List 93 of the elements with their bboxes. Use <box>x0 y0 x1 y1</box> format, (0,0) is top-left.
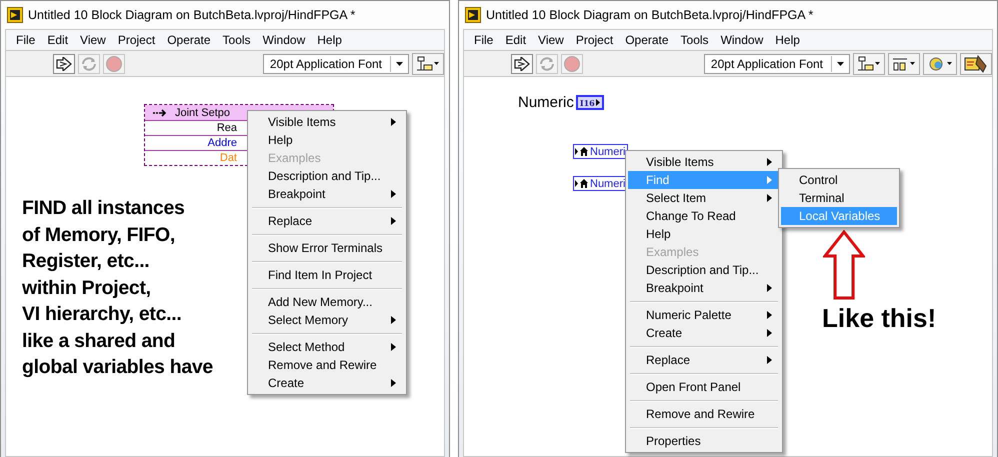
run-continuous-icon <box>538 56 556 72</box>
node-row-label: Dat <box>220 152 237 164</box>
menu-item[interactable]: Create <box>628 324 780 342</box>
caret-icon <box>767 356 772 364</box>
menu-bar-item[interactable]: Help <box>311 33 348 47</box>
caret-icon <box>767 194 772 202</box>
menu-item[interactable]: Change To Read <box>628 207 780 225</box>
node-title: Joint Setpo <box>175 106 230 118</box>
node-row-label: Addre <box>208 137 237 149</box>
run-continuous-icon <box>80 56 98 72</box>
menu-item[interactable]: Visible Items <box>628 153 780 171</box>
menu-item[interactable]: Replace <box>250 212 404 230</box>
menu-item[interactable]: Help <box>628 225 780 243</box>
menu-item[interactable]: Find Item In Project <box>250 266 404 284</box>
house-icon <box>575 179 589 188</box>
reorder-icon <box>927 54 953 72</box>
menu-bar-item[interactable]: Operate <box>161 33 217 47</box>
caret-icon <box>391 118 396 126</box>
caret-icon <box>767 311 772 319</box>
run-button[interactable] <box>511 54 533 74</box>
app-icon <box>7 7 23 23</box>
menu-item[interactable]: Breakpoint <box>250 185 404 203</box>
menu-item[interactable]: Create <box>250 374 404 392</box>
caret-icon <box>767 176 772 184</box>
menu-bar-item[interactable]: Window <box>256 33 312 47</box>
menu-item[interactable]: Select Memory <box>250 311 404 329</box>
abort-icon <box>105 54 123 72</box>
caret-icon <box>391 217 396 225</box>
align-button[interactable] <box>412 52 444 74</box>
menu-bar-item[interactable]: View <box>532 33 570 47</box>
menu-bar-item[interactable]: Project <box>112 33 162 47</box>
caret-icon <box>391 343 396 351</box>
node-row-label: Rea <box>216 122 237 134</box>
up-arrow-icon <box>823 230 865 300</box>
cleanup-button[interactable] <box>960 52 992 74</box>
control-label: Numeric <box>518 94 574 111</box>
menu-item[interactable]: Numeric Palette <box>628 306 780 324</box>
caret-icon <box>767 284 772 292</box>
annotation-text: Like this! <box>822 303 936 334</box>
menu-bar-item[interactable]: Tools <box>674 33 715 47</box>
caret-icon <box>596 99 600 106</box>
abort-icon <box>563 54 581 72</box>
menu-bar-item[interactable]: View <box>74 33 112 47</box>
menu-item[interactable]: Open Front Panel <box>628 378 780 396</box>
menu-item[interactable]: Properties <box>628 432 780 450</box>
menu-bar-item[interactable]: Tools <box>216 33 257 47</box>
menu-bar-item[interactable]: Window <box>714 33 770 47</box>
menu-item[interactable]: Terminal <box>781 189 897 207</box>
font-dropdown[interactable]: 20pt Application Font <box>262 54 409 74</box>
dropdown-caret-icon <box>837 62 844 66</box>
menu-bar-item[interactable]: Help <box>769 33 806 47</box>
menu-item[interactable]: Remove and Rewire <box>628 405 780 423</box>
menu-bar-item[interactable]: Project <box>570 33 620 47</box>
menu-item[interactable]: Description and Tip... <box>628 261 780 279</box>
font-dropdown[interactable]: 20pt Application Font <box>704 54 850 74</box>
menu-bar-item[interactable]: File <box>468 33 500 47</box>
menu-item[interactable]: Breakpoint <box>628 279 780 297</box>
menu-item[interactable]: Remove and Rewire <box>250 356 404 374</box>
caret-icon <box>391 190 396 198</box>
reorder-button[interactable] <box>923 52 957 74</box>
align-button[interactable] <box>853 52 885 74</box>
caret-icon <box>391 379 396 387</box>
cleanup-icon <box>964 54 988 74</box>
dropdown-caret-icon <box>396 62 403 66</box>
menu-bar-item[interactable]: Edit <box>499 33 532 47</box>
run-icon <box>56 56 72 70</box>
menu-item[interactable]: Description and Tip... <box>250 167 404 185</box>
align-icon <box>857 56 881 72</box>
app-icon <box>465 7 481 23</box>
arrow-icon <box>153 108 167 116</box>
menu-item[interactable]: Show Error Terminals <box>250 239 404 257</box>
run-icon <box>514 56 530 70</box>
menu-bar-item[interactable]: Operate <box>619 33 675 47</box>
run-button[interactable] <box>53 54 75 74</box>
house-icon <box>575 147 589 156</box>
window-title: Untitled 10 Block Diagram on ButchBeta.lvproj/HindFPGA * <box>486 8 814 22</box>
annotation-text: FIND all instances of Memory, FIFO, Register, etc... within Project, VI hierarchy, etc... like a shared and global variables have <box>22 196 213 380</box>
align-icon <box>416 56 440 72</box>
distribute-button[interactable] <box>888 52 920 74</box>
menu-item[interactable]: Replace <box>628 351 780 369</box>
caret-icon <box>391 316 396 324</box>
distribute-icon <box>892 56 916 72</box>
menu-item[interactable]: Select Item <box>628 189 780 207</box>
caret-icon <box>767 158 772 166</box>
local-variable[interactable]: Numeri <box>573 144 628 159</box>
menu-item[interactable]: Control <box>781 171 897 189</box>
caret-icon <box>767 329 772 337</box>
menu-bar-item[interactable]: Edit <box>41 33 74 47</box>
window-title: Untitled 10 Block Diagram on ButchBeta.lvproj/HindFPGA * <box>28 8 356 22</box>
menu-item[interactable]: Add New Memory... <box>250 293 404 311</box>
numeric-terminal[interactable]: I16 <box>576 95 604 110</box>
menu-bar-item[interactable]: File <box>10 33 42 47</box>
menu-item[interactable]: Select Method <box>250 338 404 356</box>
